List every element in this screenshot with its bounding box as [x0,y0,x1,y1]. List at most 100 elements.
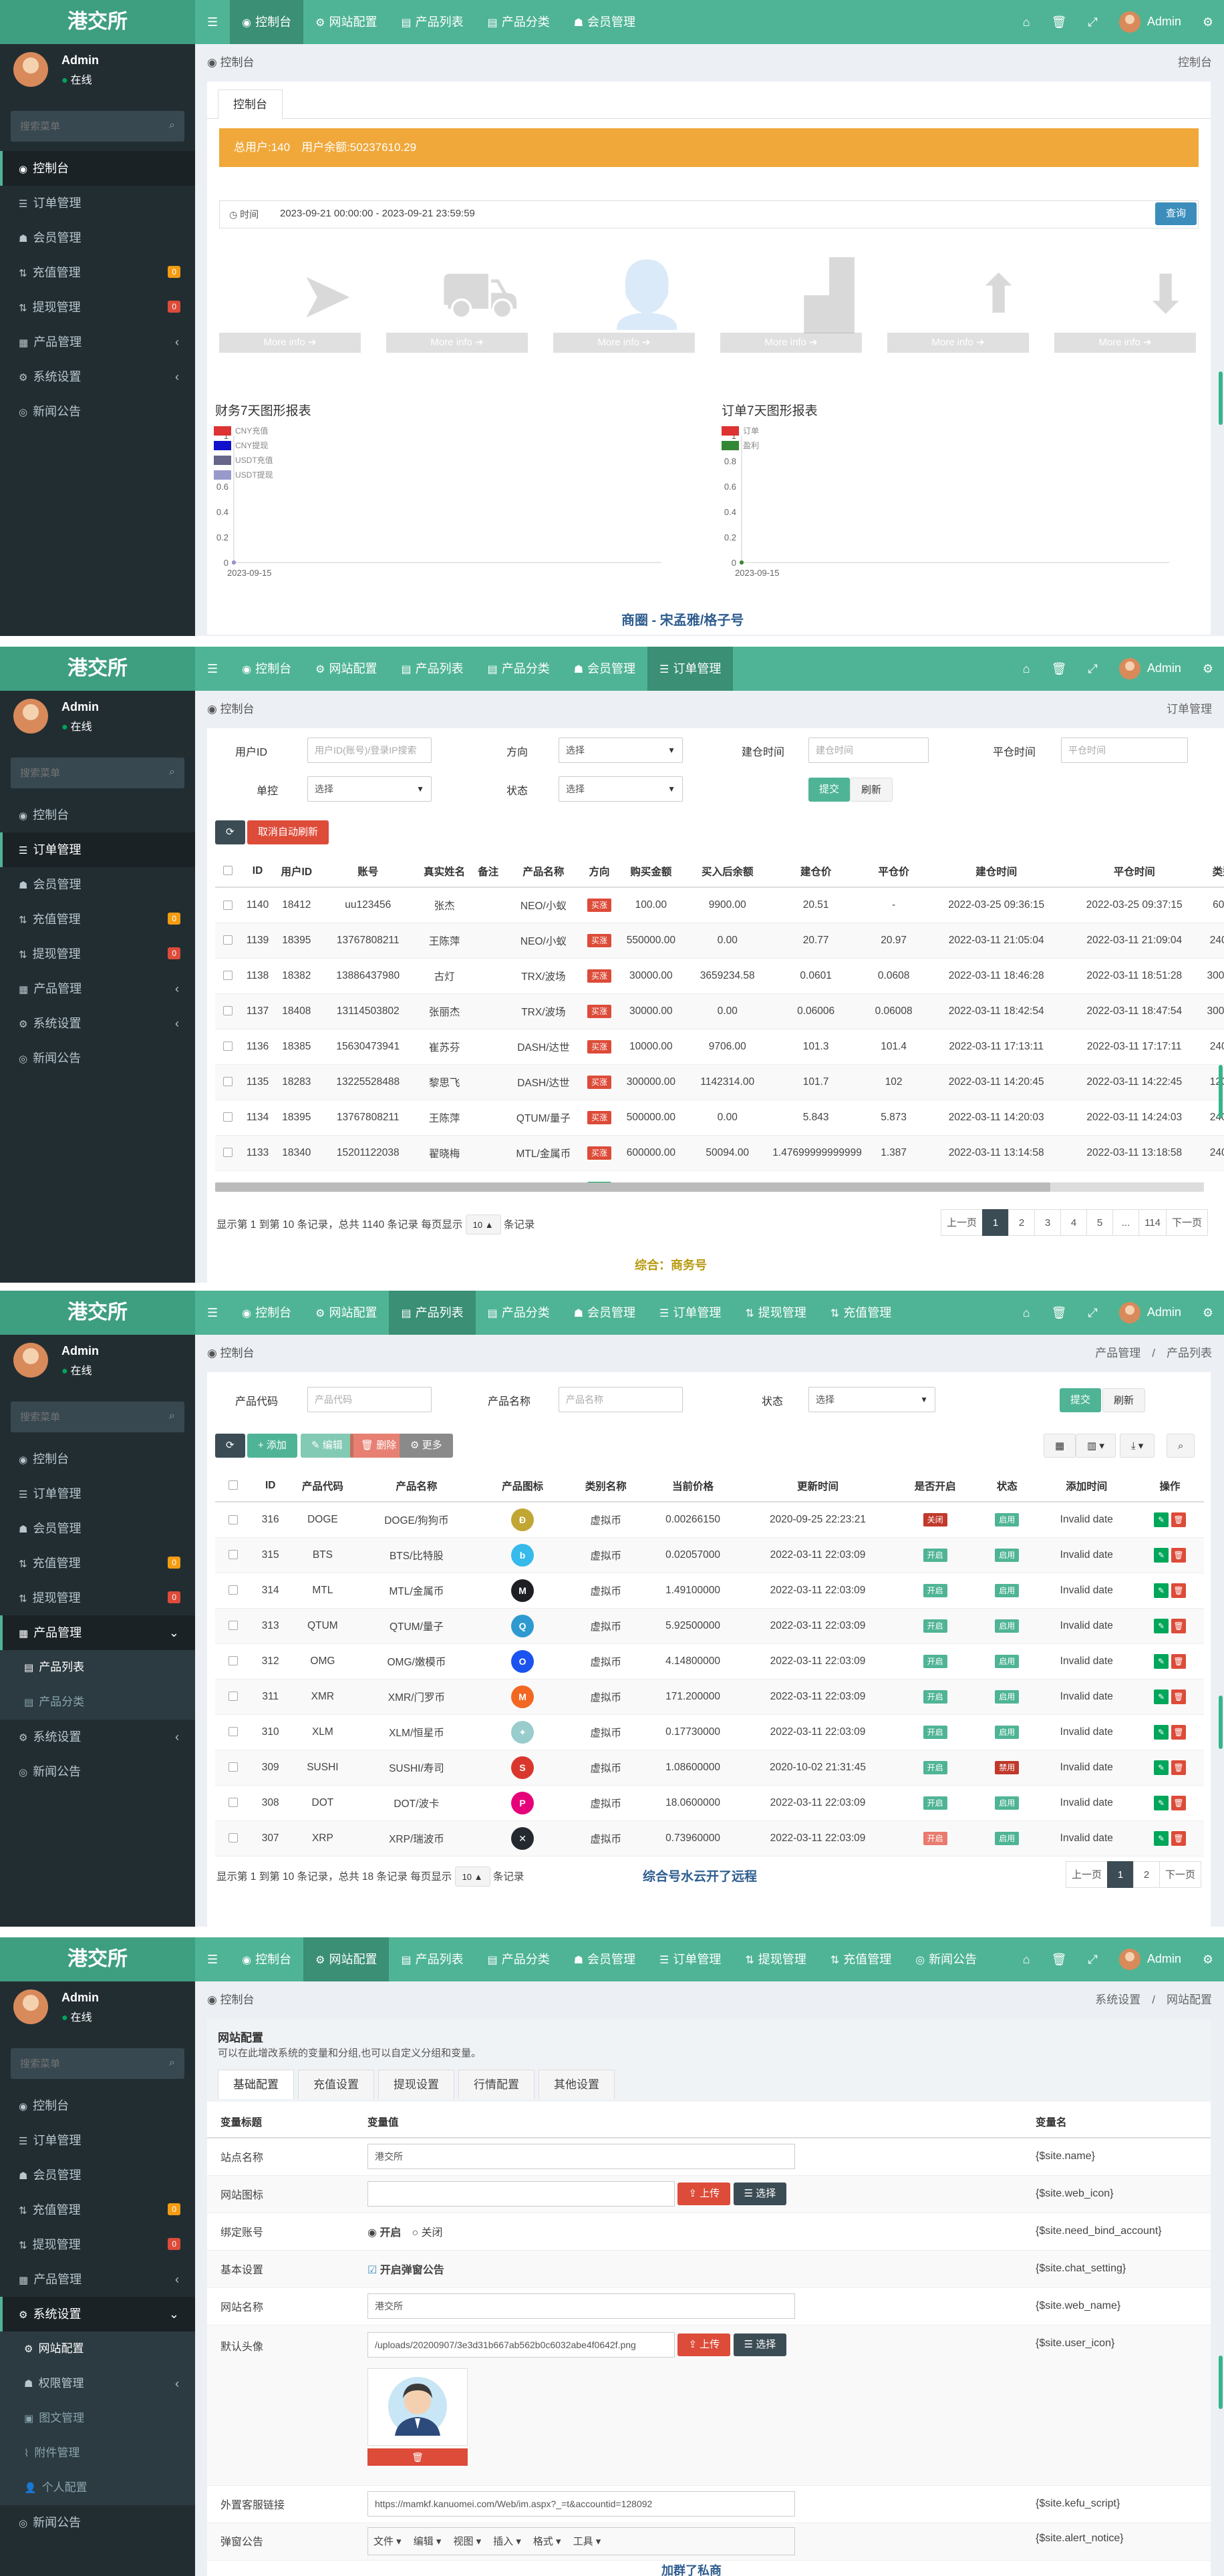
nav-recharge[interactable]: ⇅ 充值管理 [818,1291,903,1335]
page-button[interactable]: 5 [1086,1209,1114,1236]
row-checkbox[interactable] [215,1679,252,1715]
page-button[interactable]: 下一页 [1165,1209,1208,1236]
sidebar-item-product[interactable]: ▦ 产品管理 ‹ [0,971,195,1006]
search-input[interactable] [11,2048,158,2079]
sidebar-item-withdraw[interactable]: ⇅ 提现管理 0 [0,290,195,325]
state-select[interactable]: 选择 ▼ [808,1387,935,1412]
user-menu[interactable]: Admin [1108,1302,1192,1323]
nav-member[interactable]: ☗ 会员管理 [562,0,647,44]
open-badge[interactable]: 开启 [923,1796,947,1810]
horizontal-scrollbar[interactable] [215,1182,1204,1192]
legend-label[interactable]: 盈利 [743,441,759,450]
sidebar-item-member[interactable]: ☗ 会员管理 [0,220,195,255]
table-row[interactable]: 1139 18395 13767808211 王陈萍 NEO/小蚁 买涨 550000.00… [215,923,1224,959]
nav-site-config[interactable]: ⚙ 网站配置 [303,1937,390,1981]
nav-product-category[interactable]: ▤ 产品分类 [476,647,562,691]
columns-icon[interactable]: ▥ ▾ [1076,1434,1116,1458]
page-button[interactable]: ... [1112,1209,1140,1236]
nav-product-list[interactable]: ▤ 产品列表 [389,647,475,691]
row-checkbox[interactable] [215,1502,252,1538]
control-select[interactable]: 选择 ▼ [307,776,432,802]
data-point[interactable] [232,560,236,565]
table-row[interactable]: 1135 18283 13225528488 黎思飞 DASH/达世 买涨 300000.0… [215,1064,1224,1100]
nav-product-list[interactable]: ▤ 产品列表 [389,1937,475,1981]
sidebar-item-site-config[interactable]: ⚙ 网站配置 [0,2331,195,2366]
table-row[interactable]: 1136 18385 15630473941 崔苏芬 DASH/达世 买涨 10000.00… [215,1029,1224,1065]
delete-image-button[interactable]: 🗑 [367,2448,468,2466]
code-input[interactable]: 产品代码 [307,1387,432,1412]
sidebar-item-product[interactable]: ▦ 产品管理 ⌄ [0,1615,195,1650]
nav-dashboard[interactable]: ◉ 控制台 [230,1291,303,1335]
sidebar-item-order[interactable]: ☰ 订单管理 [0,1476,195,1511]
sidebar-item-product-list[interactable]: ▤ 产品列表 [0,1650,195,1685]
radio-on[interactable]: ◉ 开启 [367,2227,401,2239]
user-menu[interactable]: Admin [1108,11,1192,33]
row-checkbox[interactable] [215,923,241,959]
table-row[interactable]: 1133 18340 15201122038 翟晓梅 MTL/金属币 买涨 600000.0… [215,1135,1224,1171]
nav-product-category[interactable]: ▤ 产品分类 [476,1291,562,1335]
sidebar-item-member[interactable]: ☗ 会员管理 [0,1511,195,1546]
edit-button[interactable]: ✎ 编辑 [301,1434,353,1458]
sidebar-item-recharge[interactable]: ⇅ 充值管理 0 [0,902,195,937]
fullscreen-icon[interactable]: ⤢ [1077,662,1108,676]
more-info-link[interactable]: More info ➔ [720,333,862,353]
row-checkbox[interactable] [215,958,241,994]
refresh-button[interactable]: ⟳ [215,1434,245,1458]
edit-icon[interactable]: ✎ [1153,1547,1169,1563]
search-icon[interactable]: ⌕ [169,1410,175,1422]
sidebar-item-order[interactable]: ☰ 订单管理 [0,186,195,220]
row-checkbox[interactable] [215,1573,252,1609]
search-input[interactable] [11,758,158,788]
nav-order[interactable]: ☰ 订单管理 [647,1937,733,1981]
sidebar-item-member[interactable]: ☗ 会员管理 [0,2158,195,2193]
row-checkbox[interactable] [215,1714,252,1750]
search-icon[interactable]: ⌕ [169,120,175,132]
nav-site-config[interactable]: ⚙ 网站配置 [303,647,389,691]
sidebar-item-withdraw[interactable]: ⇅ 提现管理 0 [0,1581,195,1615]
nav-dashboard[interactable]: ◉ 控制台 [230,1937,303,1981]
page-button[interactable]: 上一页 [1065,1861,1108,1888]
open-badge[interactable]: 开启 [923,1583,947,1597]
sidebar-item-news[interactable]: ◎ 新闻公告 [0,394,195,429]
app-logo[interactable]: 港交所 [0,1291,195,1335]
sidebar-item-product[interactable]: ▦ 产品管理 ‹ [0,325,195,359]
data-point[interactable] [740,560,744,565]
app-logo[interactable]: 港交所 [0,1937,195,1981]
row-checkbox[interactable] [215,1643,252,1679]
popup-checkbox[interactable]: ☑ 开启弹窗公告 [367,2265,444,2276]
page-button[interactable]: 下一页 [1159,1861,1201,1888]
scrollbar-thumb[interactable] [215,1182,1050,1192]
settings-icon[interactable]: ⚙ [1192,1953,1224,1967]
table-row[interactable]: 307 XRP XRP/瑞波币 ✕ 虚拟币 0.73960000 2022-03-11 22… [215,1820,1204,1857]
delete-icon[interactable]: 🗑 [1171,1795,1186,1810]
row-checkbox[interactable] [215,1537,252,1573]
delete-icon[interactable]: 🗑 [1171,1689,1186,1704]
editor-menu-item[interactable]: 编辑 ▾ [414,2534,442,2548]
scrollbar[interactable] [1219,1065,1223,1118]
legend-label[interactable]: USDT充值 [235,455,273,465]
edit-icon[interactable]: ✎ [1153,1795,1169,1810]
editor-menu-item[interactable]: 工具 ▾ [573,2534,601,2548]
state-badge[interactable]: 启用 [995,1725,1020,1739]
close-time-input[interactable]: 平仓时间 [1061,738,1188,763]
trash-icon[interactable]: 🗑 [1041,662,1078,676]
table-row[interactable]: 11321838515630473941崔苏芬 LTC/莱特币买跌10000.00… [215,1170,1224,1182]
nav-product-list[interactable]: ▤ 产品列表 [389,1291,476,1335]
editor-menu-item[interactable]: 视图 ▾ [453,2534,481,2548]
trash-icon[interactable]: 🗑 [1041,15,1078,29]
tab-config[interactable]: 行情配置 [458,2070,534,2099]
editor-menu-item[interactable]: 文件 ▾ [373,2534,402,2548]
open-badge[interactable]: 开启 [923,1654,947,1668]
nav-withdraw[interactable]: ⇅ 提现管理 [733,1937,818,1981]
settings-icon[interactable]: ⚙ [1192,662,1224,676]
more-button[interactable]: ⚙ 更多 [400,1434,453,1458]
edit-icon[interactable]: ✎ [1153,1653,1169,1669]
legend-label[interactable]: CNY提现 [235,440,268,450]
sidebar-toggle[interactable]: ☰ [195,647,230,691]
nav-product-list[interactable]: ▤ 产品列表 [389,0,475,44]
editor-menu-item[interactable]: 格式 ▾ [533,2534,561,2548]
nav-news[interactable]: ◎ 新闻公告 [903,1937,989,1981]
page-button[interactable]: 1 [982,1209,1010,1236]
web-icon-input[interactable] [367,2181,675,2207]
table-row[interactable]: 315 BTS BTS/比特股 b 虚拟币 0.02057000 2022-03-11 22… [215,1537,1204,1573]
